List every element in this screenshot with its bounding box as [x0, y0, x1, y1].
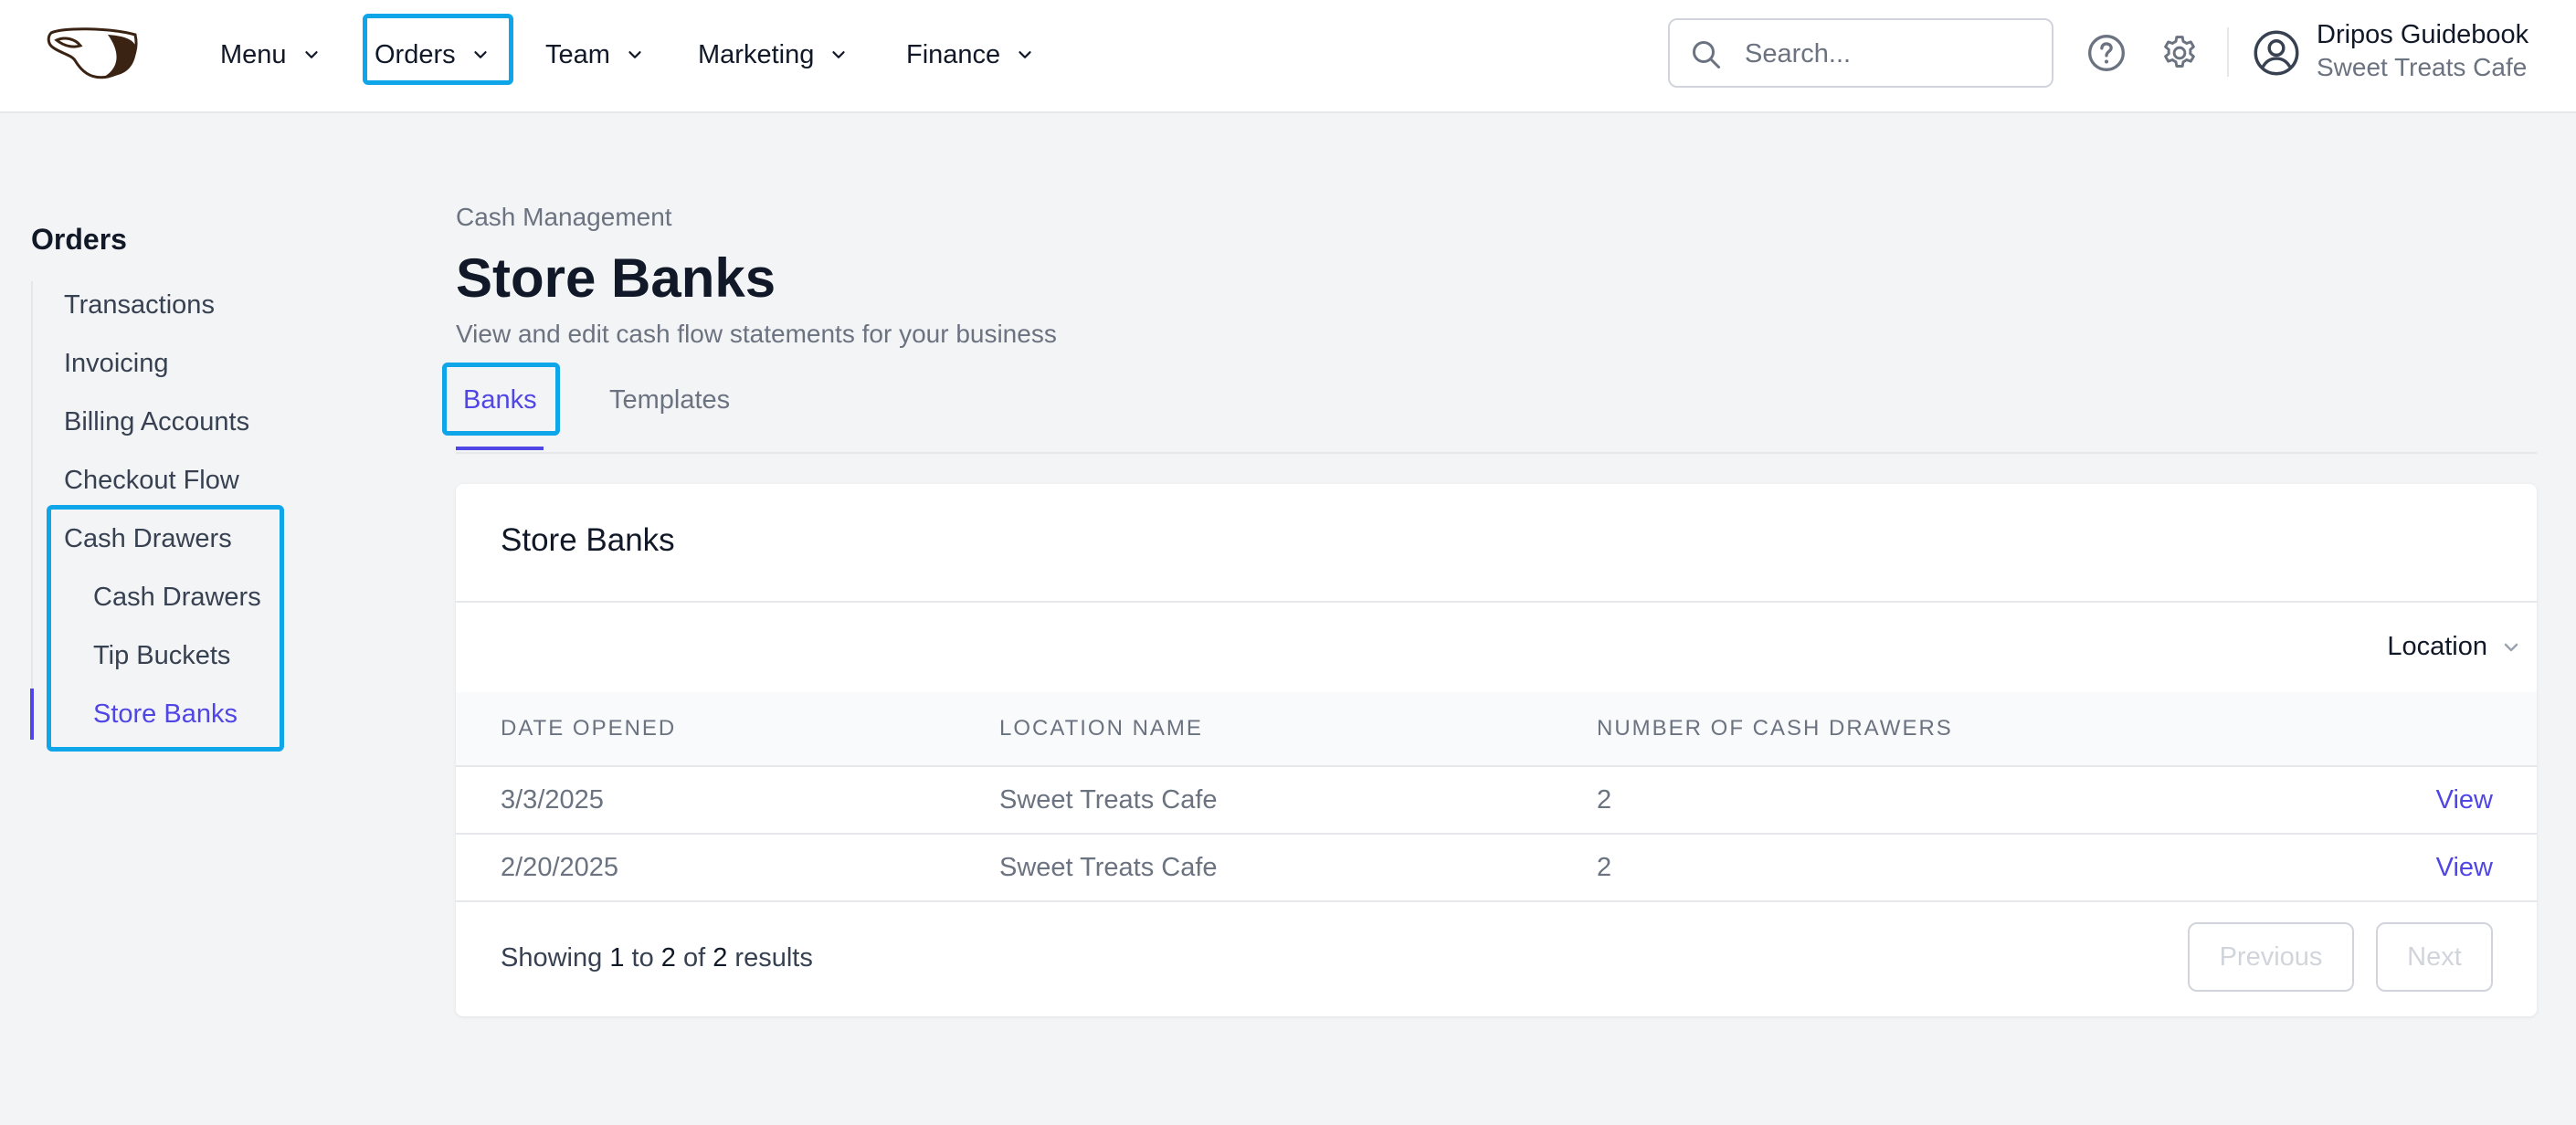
user-name[interactable]: Dripos Guidebook [2317, 20, 2528, 50]
location-filter-label: Location [2387, 632, 2487, 661]
sidebar-subitem-tip-buckets[interactable]: Tip Buckets [93, 641, 230, 671]
tab-templates[interactable]: Templates [609, 385, 730, 415]
summary-to-word: to [631, 943, 654, 973]
sidebar-item-cash-drawers-group[interactable]: Cash Drawers [64, 524, 232, 554]
breadcrumb: Cash Management [456, 203, 672, 231]
sidebar-item-invoicing[interactable]: Invoicing [64, 349, 168, 379]
tab-active-underline [456, 447, 544, 450]
nav-finance-label: Finance [906, 39, 1001, 69]
column-header-date-opened: Date Opened [501, 716, 677, 741]
nav-marketing-label: Marketing [698, 39, 815, 69]
previous-page-button[interactable]: Previous [2188, 922, 2354, 992]
tabs-divider [456, 452, 2537, 454]
summary-suffix: results [734, 943, 813, 973]
table-header: Date Opened Location Name Number of Cash… [456, 692, 2537, 767]
header-divider [2227, 27, 2229, 77]
next-page-button[interactable]: Next [2376, 922, 2493, 992]
sidebar-item-checkout-flow[interactable]: Checkout Flow [64, 466, 239, 496]
sidebar-subitem-cash-drawers[interactable]: Cash Drawers [93, 583, 261, 613]
sidebar-item-billing-accounts[interactable]: Billing Accounts [64, 407, 249, 437]
cell-date-opened: 3/3/2025 [501, 785, 604, 815]
search-icon [1693, 41, 1720, 68]
tab-banks[interactable]: Banks [463, 385, 537, 415]
card-divider [456, 601, 2537, 603]
sidebar-active-indicator [30, 689, 34, 740]
summary-from: 1 [609, 943, 625, 973]
column-header-location-name: Location Name [999, 716, 1203, 741]
sidebar-title: Orders [31, 223, 127, 256]
table-row: 2/20/2025 Sweet Treats Cafe 2 View [456, 835, 2537, 902]
chevron-down-icon [473, 51, 487, 58]
summary-of-word: of [682, 943, 706, 973]
cell-number-of-drawers: 2 [1597, 785, 1612, 815]
page-title: Store Banks [456, 247, 776, 309]
chevron-down-icon [1019, 51, 1031, 58]
cell-location-name: Sweet Treats Cafe [999, 785, 1218, 815]
gear-icon[interactable] [2159, 33, 2200, 73]
coffee-cup-logo-icon[interactable] [44, 24, 144, 82]
nav-menu-label: Menu [220, 39, 287, 69]
summary-prefix: Showing [501, 943, 603, 973]
pagination-summary: Showing 1 to 2 of 2 results [501, 943, 813, 973]
table-row: 3/3/2025 Sweet Treats Cafe 2 View [456, 767, 2537, 835]
nav-orders-label: Orders [375, 39, 456, 69]
nav-team-label: Team [545, 39, 610, 69]
column-header-number-of-cash-drawers: Number of Cash Drawers [1597, 716, 1953, 741]
cell-number-of-drawers: 2 [1597, 853, 1612, 882]
nav-menu[interactable]: Menu [220, 37, 322, 73]
summary-to: 2 [660, 943, 676, 973]
sidebar-subitem-store-banks[interactable]: Store Banks [93, 699, 238, 730]
cell-date-opened: 2/20/2025 [501, 853, 619, 882]
user-avatar-icon[interactable] [2253, 29, 2300, 77]
view-link[interactable]: View [2436, 785, 2493, 815]
search-input[interactable] [1745, 33, 2037, 75]
location-filter-dropdown[interactable]: Location [2387, 632, 2522, 662]
chevron-down-icon [832, 51, 845, 58]
top-navbar: Menu Orders Team Marketing Finance Dripo… [0, 0, 2576, 113]
cell-location-name: Sweet Treats Cafe [999, 853, 1218, 882]
nav-marketing[interactable]: Marketing [698, 37, 849, 73]
user-organization: Sweet Treats Cafe [2317, 53, 2528, 81]
search-box [1668, 18, 2053, 88]
view-link[interactable]: View [2436, 853, 2493, 883]
nav-team[interactable]: Team [545, 37, 645, 73]
chevron-down-icon [304, 51, 318, 58]
chevron-down-icon [628, 51, 641, 58]
help-icon[interactable] [2086, 33, 2127, 73]
nav-finance[interactable]: Finance [906, 37, 1035, 73]
page-subtitle: View and edit cash flow statements for y… [456, 320, 1057, 348]
sidebar-rail [31, 281, 33, 738]
summary-total: 2 [713, 943, 728, 973]
sidebar-item-transactions[interactable]: Transactions [64, 290, 215, 321]
chevron-down-icon [2504, 643, 2518, 651]
store-banks-card: Store Banks Location Date Opened Locatio… [456, 484, 2537, 1016]
card-title: Store Banks [501, 522, 675, 558]
nav-orders[interactable]: Orders [375, 37, 491, 73]
